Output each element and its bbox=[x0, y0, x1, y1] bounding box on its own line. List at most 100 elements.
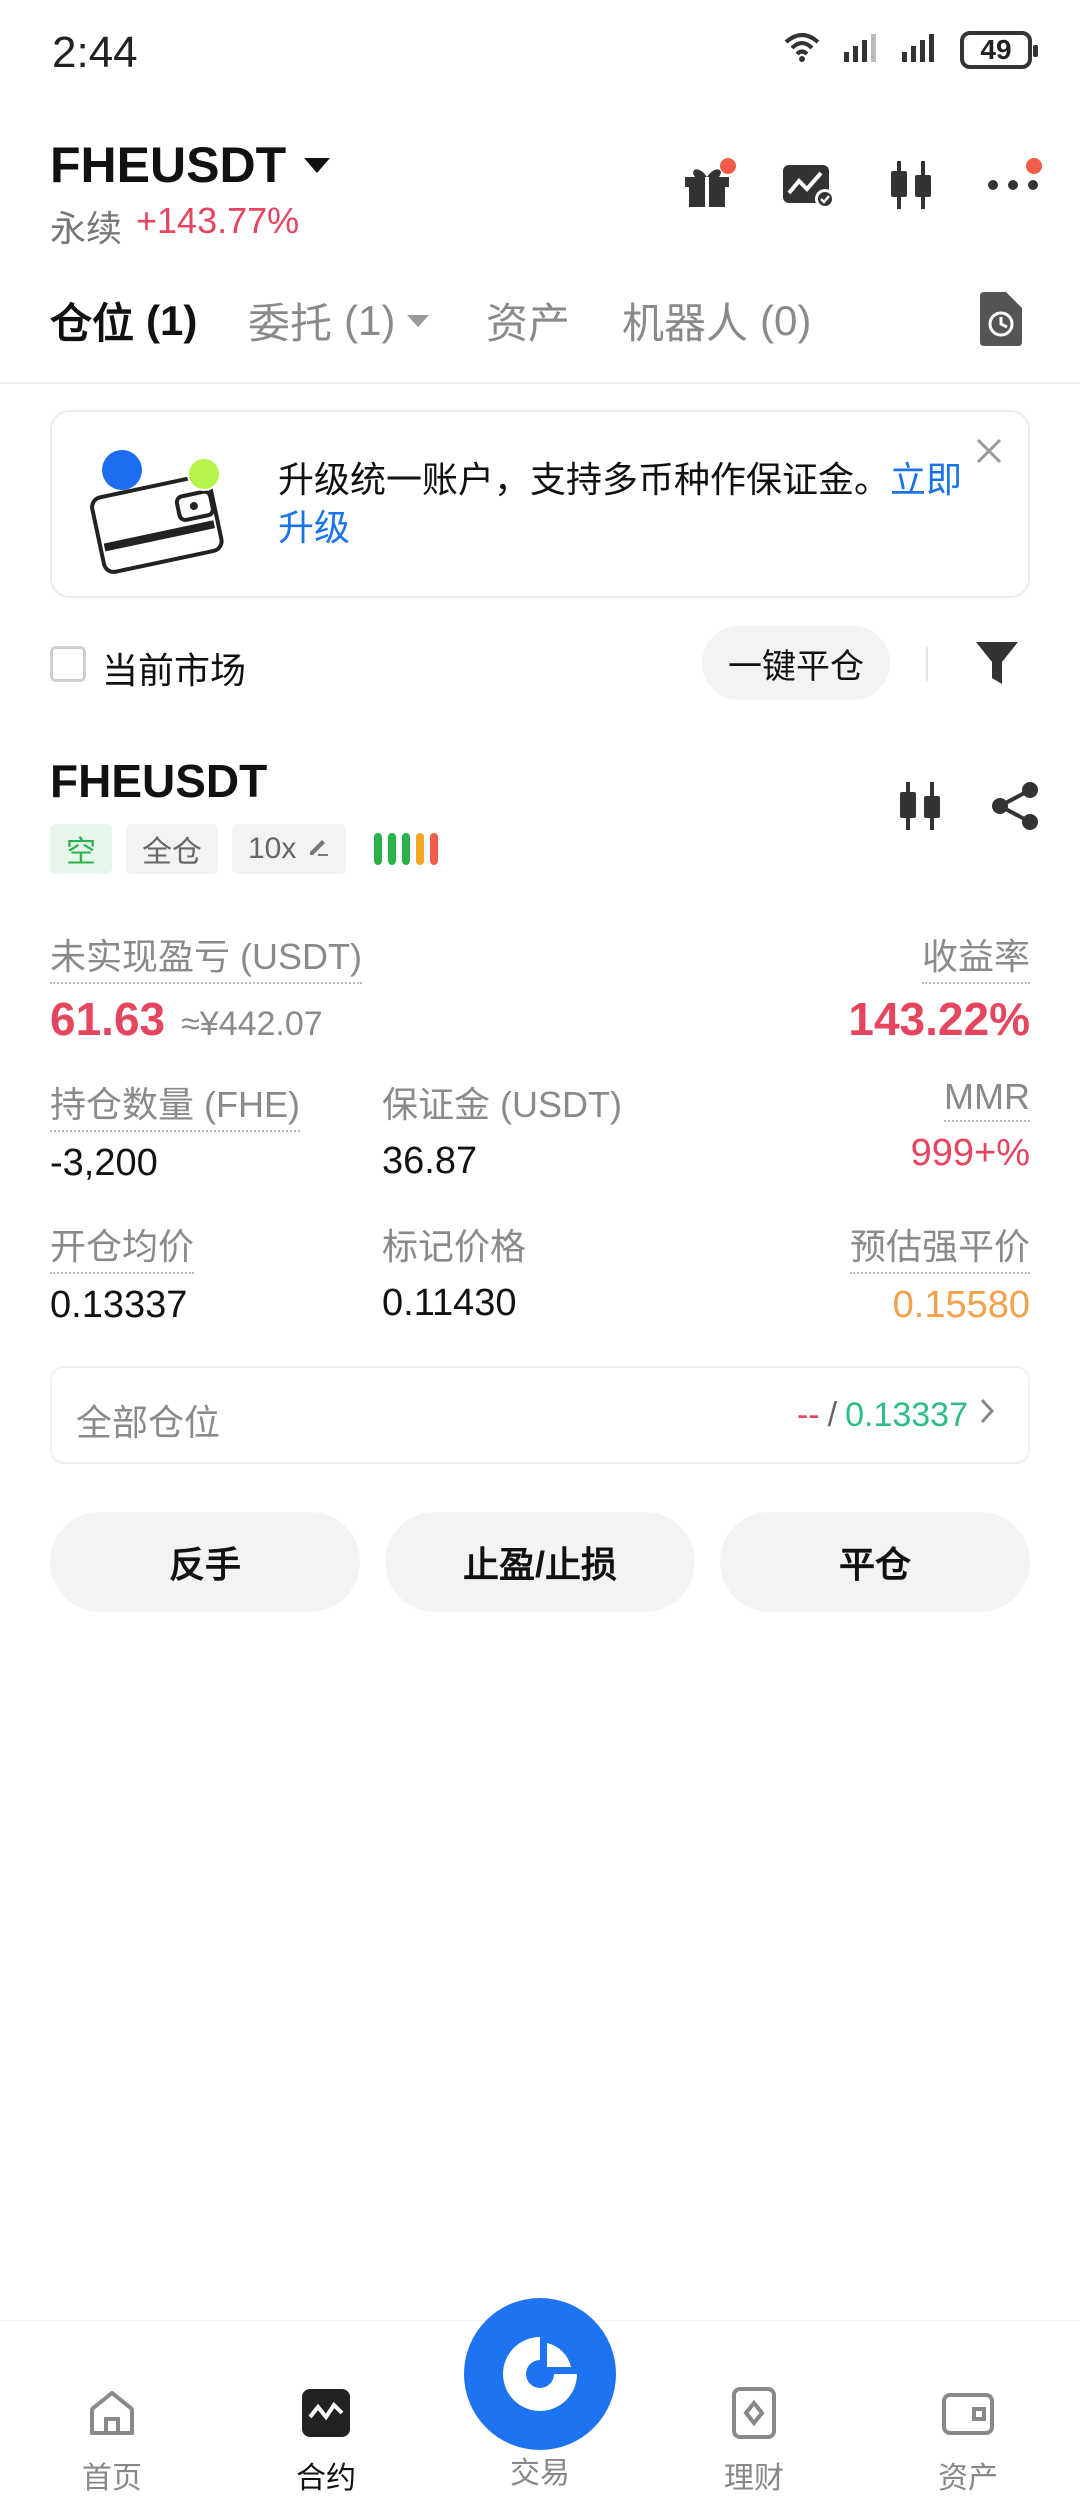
notification-dot bbox=[720, 158, 736, 174]
size-label[interactable]: 持仓数量 (FHE) bbox=[50, 1076, 300, 1132]
roi-value: 143.22% bbox=[848, 993, 1030, 1045]
nav-assets[interactable]: 资产 bbox=[898, 2385, 1038, 2497]
unrealized-pnl-value: 61.63 bbox=[50, 993, 166, 1045]
tp-sl-button[interactable]: 止盈/止损 bbox=[385, 1512, 695, 1612]
entry-price-label[interactable]: 开仓均价 bbox=[50, 1218, 195, 1274]
filter-row: 当前市场 一键平仓 bbox=[0, 618, 1080, 708]
tab-label: 仓位 bbox=[50, 300, 135, 347]
status-bar: 2:44 49 bbox=[0, 0, 1080, 100]
more-icon[interactable] bbox=[982, 154, 1044, 216]
close-icon[interactable] bbox=[974, 436, 1004, 466]
liquidation-price-label[interactable]: 预估强平价 bbox=[849, 1218, 1030, 1274]
notification-dot bbox=[1026, 158, 1042, 174]
pnl-dash: -- bbox=[796, 1396, 820, 1434]
edit-icon bbox=[306, 832, 330, 866]
risk-bar bbox=[430, 833, 439, 865]
wifi-icon bbox=[782, 30, 822, 69]
chevron-down-icon bbox=[407, 314, 430, 327]
mark-price-value: 0.11430 bbox=[382, 1282, 517, 1324]
tab-label: 委托 bbox=[248, 300, 333, 347]
unrealized-pnl-cny: ≈¥442.07 bbox=[181, 1005, 323, 1043]
all-positions-summary: -- / 0.13337 bbox=[797, 1396, 998, 1435]
leverage-tag[interactable]: 10x bbox=[232, 824, 347, 874]
chevron-right-icon bbox=[976, 1396, 998, 1435]
tab-label: 资产 bbox=[486, 300, 571, 347]
roi-label[interactable]: 收益率 bbox=[921, 928, 1030, 984]
pair-name: FHEUSDT bbox=[50, 137, 287, 193]
share-icon[interactable] bbox=[990, 780, 1040, 837]
nav-home-label: 首页 bbox=[82, 2462, 142, 2495]
mmr-label[interactable]: MMR bbox=[944, 1076, 1030, 1122]
earn-icon bbox=[732, 2387, 776, 2439]
upgrade-banner[interactable]: 升级统一账户，支持多币种作保证金。立即升级 bbox=[50, 410, 1030, 598]
position-actions bbox=[896, 780, 1040, 837]
close-position-button[interactable]: 平仓 bbox=[720, 1512, 1030, 1612]
mark-price-label: 标记价格 bbox=[382, 1226, 527, 1267]
nav-home[interactable]: 首页 bbox=[42, 2385, 182, 2497]
current-market-checkbox[interactable] bbox=[50, 646, 86, 682]
all-positions-row[interactable]: 全部仓位 -- / 0.13337 bbox=[50, 1366, 1030, 1464]
status-icons: 49 bbox=[782, 30, 1038, 69]
tab-bots[interactable]: 机器人 (0) bbox=[622, 290, 811, 351]
all-positions-value: 0.13337 bbox=[845, 1396, 968, 1434]
risk-bar bbox=[388, 833, 397, 865]
divider bbox=[926, 646, 928, 682]
liquidation-price: 预估强平价 0.15580 bbox=[849, 1218, 1030, 1327]
position-size: 持仓数量 (FHE) -3,200 bbox=[50, 1076, 300, 1185]
roi: 收益率 143.22% bbox=[848, 928, 1030, 1046]
signal-icon bbox=[844, 32, 880, 67]
entry-price-value: 0.13337 bbox=[50, 1284, 188, 1326]
tab-positions[interactable]: 仓位 (1) bbox=[50, 290, 197, 351]
battery-icon: 49 bbox=[960, 30, 1038, 69]
risk-bar bbox=[416, 833, 425, 865]
margin-label: 保证金 (USDT) bbox=[382, 1084, 622, 1125]
liquidation-price-value: 0.15580 bbox=[892, 1284, 1030, 1326]
tab-count: (1) bbox=[146, 296, 198, 344]
position-symbol: FHEUSDT bbox=[50, 755, 268, 807]
nav-earn[interactable]: 理财 bbox=[684, 2385, 824, 2497]
margin: 保证金 (USDT) 36.87 bbox=[382, 1076, 622, 1183]
gift-icon[interactable] bbox=[676, 154, 738, 216]
chart-settings-icon[interactable] bbox=[778, 154, 840, 216]
pair-selector[interactable]: FHEUSDT bbox=[50, 136, 331, 194]
price-change: +143.77% bbox=[136, 200, 300, 241]
mark-price: 标记价格 0.11430 bbox=[382, 1218, 526, 1325]
header: FHEUSDT 永续 +143.77% bbox=[0, 130, 1080, 250]
mmr: MMR 999+% bbox=[911, 1076, 1030, 1175]
nav-futures[interactable]: 合约 bbox=[256, 2385, 396, 2497]
size-value: -3,200 bbox=[50, 1142, 158, 1184]
nav-earn-label: 理财 bbox=[724, 2462, 784, 2495]
risk-bar bbox=[374, 833, 383, 865]
position-tags: 空 全仓 10x bbox=[50, 824, 439, 874]
candlestick-icon[interactable] bbox=[880, 154, 942, 216]
margin-mode-tag: 全仓 bbox=[126, 824, 218, 874]
banner-message: 升级统一账户，支持多币种作保证金。立即升级 bbox=[278, 456, 978, 552]
tab-assets[interactable]: 资产 bbox=[486, 290, 570, 351]
tab-label: 机器人 bbox=[622, 300, 749, 347]
tab-orders[interactable]: 委托 (1) bbox=[248, 290, 430, 351]
nav-trade[interactable] bbox=[464, 2298, 616, 2450]
futures-icon bbox=[302, 2389, 350, 2437]
contract-type: 永续 bbox=[50, 208, 123, 249]
history-icon[interactable] bbox=[976, 292, 1022, 346]
chevron-down-icon bbox=[304, 157, 331, 173]
filter-icon[interactable] bbox=[974, 638, 1020, 688]
status-time: 2:44 bbox=[52, 28, 138, 77]
nav-assets-label: 资产 bbox=[938, 2462, 998, 2495]
banner-text: 升级统一账户，支持多币种作保证金。 bbox=[278, 459, 891, 500]
all-positions-label: 全部仓位 bbox=[76, 1402, 221, 1443]
risk-indicator bbox=[374, 833, 439, 865]
unrealized-pnl-label[interactable]: 未实现盈亏 (USDT) bbox=[50, 928, 362, 984]
header-actions bbox=[676, 154, 1044, 216]
close-all-button[interactable]: 一键平仓 bbox=[702, 626, 890, 700]
signal-icon-2 bbox=[902, 32, 938, 67]
reverse-button[interactable]: 反手 bbox=[50, 1512, 360, 1612]
side-tag: 空 bbox=[50, 824, 112, 874]
position-tabs: 仓位 (1) 委托 (1) 资产 机器人 (0) bbox=[0, 278, 1080, 384]
pnl-row: 61.63 ≈¥442.07 bbox=[50, 992, 362, 1046]
risk-bar bbox=[402, 833, 411, 865]
nav-futures-label: 合约 bbox=[296, 2462, 356, 2495]
candlestick-icon[interactable] bbox=[896, 780, 944, 837]
wallet-illustration bbox=[82, 440, 232, 580]
pair-subtitle: 永续 +143.77% bbox=[50, 200, 299, 252]
